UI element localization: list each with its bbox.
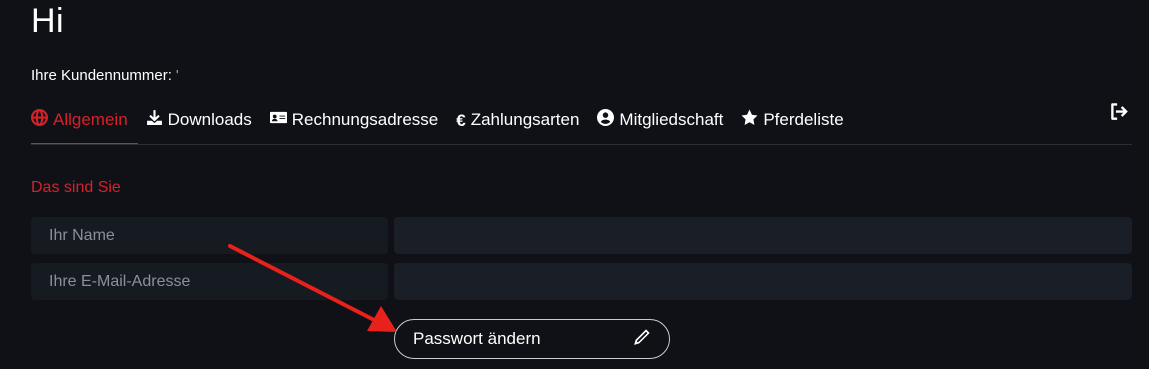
change-password-button[interactable]: Passwort ändern bbox=[394, 319, 670, 359]
tab-allgemein[interactable]: Allgemein bbox=[31, 96, 138, 145]
email-label: Ihre E-Mail-Adresse bbox=[31, 263, 388, 300]
address-card-icon bbox=[269, 109, 287, 131]
account-page: Hi Ihre Kundennummer: ' Allgemein Downloa… bbox=[0, 0, 1149, 369]
logout-button[interactable] bbox=[1108, 103, 1130, 125]
pencil-icon bbox=[633, 328, 651, 351]
email-field[interactable] bbox=[394, 263, 1132, 300]
tab-zahlungsarten[interactable]: € Zahlungsarten bbox=[456, 96, 589, 144]
euro-icon: € bbox=[456, 110, 466, 130]
tab-label: Downloads bbox=[167, 110, 252, 129]
star-icon bbox=[741, 109, 758, 131]
annotation-arrow bbox=[228, 244, 397, 332]
tab-label: Allgemein bbox=[53, 110, 128, 129]
download-icon bbox=[146, 109, 163, 131]
tab-label: Mitgliedschaft bbox=[619, 110, 724, 129]
name-label: Ihr Name bbox=[31, 217, 388, 254]
tab-mitgliedschaft[interactable]: Mitgliedschaft bbox=[597, 96, 733, 144]
globe-icon bbox=[31, 109, 48, 131]
sign-out-icon bbox=[1110, 102, 1129, 126]
tab-downloads[interactable]: Downloads bbox=[146, 96, 262, 144]
greeting-heading: Hi bbox=[31, 2, 65, 40]
tabs-divider bbox=[31, 144, 1132, 145]
tab-pferdeliste[interactable]: Pferdeliste bbox=[741, 96, 853, 144]
name-field[interactable] bbox=[394, 217, 1132, 254]
change-password-label: Passwort ändern bbox=[413, 329, 541, 348]
tab-label: Zahlungsarten bbox=[470, 110, 580, 129]
account-tabs: Allgemein Downloads Rechnungsadresse € Z… bbox=[31, 96, 1132, 145]
tab-rechnungsadresse[interactable]: Rechnungsadresse bbox=[269, 96, 448, 144]
user-circle-icon bbox=[597, 109, 615, 131]
tab-label: Rechnungsadresse bbox=[291, 110, 439, 129]
customer-number-value: ' bbox=[175, 67, 179, 84]
customer-number-label: Ihre Kundennummer: bbox=[31, 67, 172, 84]
tab-label: Pferdeliste bbox=[763, 110, 844, 129]
section-title: Das sind Sie bbox=[31, 179, 121, 196]
customer-number-line: Ihre Kundennummer: ' bbox=[31, 67, 179, 84]
